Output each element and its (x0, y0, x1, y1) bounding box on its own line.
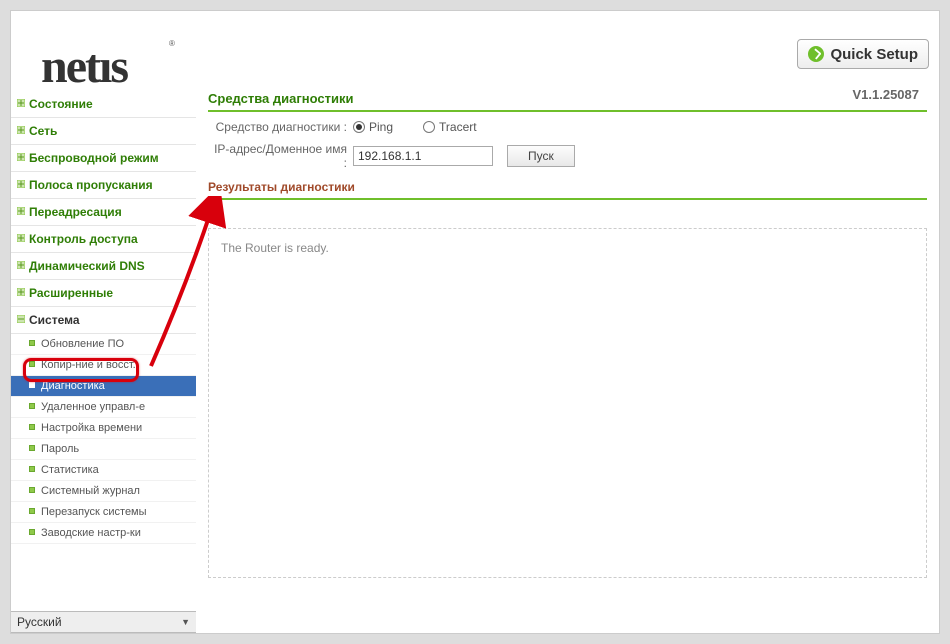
square-icon (29, 508, 35, 514)
radio-tracert[interactable]: Tracert (423, 120, 477, 134)
plus-icon (17, 180, 25, 188)
quick-setup-button[interactable]: Quick Setup (797, 39, 929, 69)
ip-label: IP-адрес/Доменное имя : (208, 142, 353, 170)
subitem-syslog[interactable]: Системный журнал (11, 481, 196, 502)
square-icon (29, 361, 35, 367)
main-content: Средства диагностики Средство диагностик… (196, 91, 939, 633)
ip-input[interactable] (353, 146, 493, 166)
sidebar-item-forwarding[interactable]: Переадресация (11, 199, 196, 226)
subitem-factory[interactable]: Заводские настр-ки (11, 523, 196, 544)
results-title: Результаты диагностики (208, 174, 927, 200)
subitem-time[interactable]: Настройка времени (11, 418, 196, 439)
sidebar-item-ddns[interactable]: Динамический DNS (11, 253, 196, 280)
sidebar-item-advanced[interactable]: Расширенные (11, 280, 196, 307)
page-title: Средства диагностики (208, 91, 927, 112)
refresh-icon (808, 46, 824, 62)
sidebar-item-system[interactable]: Система (11, 307, 196, 334)
tool-label: Средство диагностики : (208, 120, 353, 134)
logo-text: netıs (41, 40, 127, 93)
sidebar-item-access[interactable]: Контроль доступа (11, 226, 196, 253)
result-text: The Router is ready. (221, 241, 329, 255)
plus-icon (17, 234, 25, 242)
subitem-password[interactable]: Пароль (11, 439, 196, 460)
sidebar-item-bandwidth[interactable]: Полоса пропускания (11, 172, 196, 199)
results-box: The Router is ready. (208, 228, 927, 578)
logo-registered: ® (169, 39, 175, 48)
sidebar-item-status[interactable]: Состояние (11, 91, 196, 118)
subitem-firmware[interactable]: Обновление ПО (11, 334, 196, 355)
square-icon (29, 382, 35, 388)
square-icon (29, 424, 35, 430)
plus-icon (17, 288, 25, 296)
radio-icon (353, 121, 365, 133)
language-selector[interactable]: Русский ▼ (11, 611, 196, 633)
plus-icon (17, 207, 25, 215)
plus-icon (17, 99, 25, 107)
brand-logo: netıs (41, 39, 127, 94)
sidebar-item-wireless[interactable]: Беспроводной режим (11, 145, 196, 172)
subitem-reboot[interactable]: Перезапуск системы (11, 502, 196, 523)
minus-icon (17, 315, 25, 323)
quick-setup-label: Quick Setup (830, 46, 918, 63)
square-icon (29, 340, 35, 346)
subitem-diagnostics[interactable]: Диагностика (11, 376, 196, 397)
chevron-down-icon: ▼ (181, 617, 190, 627)
language-value: Русский (17, 615, 62, 629)
radio-icon (423, 121, 435, 133)
square-icon (29, 445, 35, 451)
square-icon (29, 403, 35, 409)
square-icon (29, 487, 35, 493)
plus-icon (17, 153, 25, 161)
square-icon (29, 529, 35, 535)
radio-ping[interactable]: Ping (353, 120, 393, 134)
plus-icon (17, 261, 25, 269)
square-icon (29, 466, 35, 472)
sidebar-item-network[interactable]: Сеть (11, 118, 196, 145)
sidebar: Состояние Сеть Беспроводной режим Полоса… (11, 91, 196, 633)
subitem-backup[interactable]: Копир-ние и восст. (11, 355, 196, 376)
subitem-statistics[interactable]: Статистика (11, 460, 196, 481)
start-button[interactable]: Пуск (507, 145, 575, 167)
plus-icon (17, 126, 25, 134)
subitem-remote[interactable]: Удаленное управл-е (11, 397, 196, 418)
